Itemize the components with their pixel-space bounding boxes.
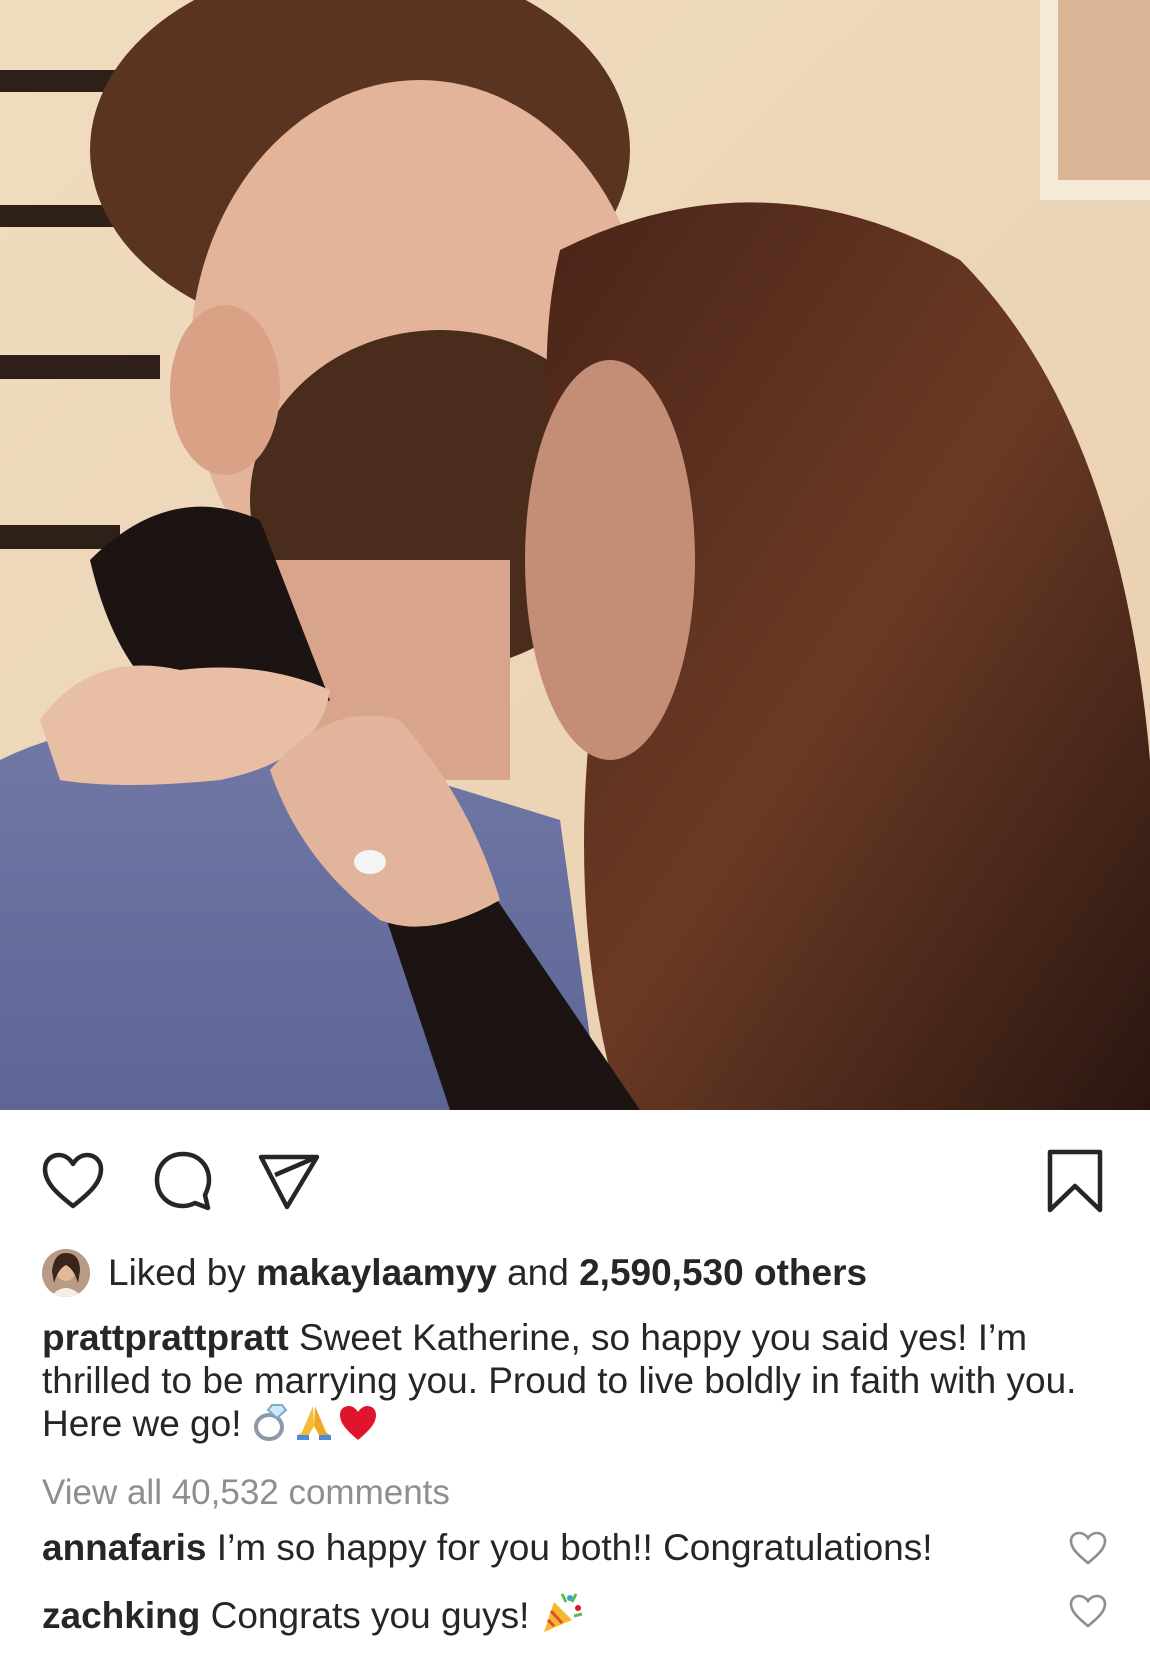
action-bar — [0, 1110, 1150, 1238]
comment-text: I’m so happy for you both!! Congratulati… — [216, 1527, 933, 1568]
caption-username-link[interactable]: prattprattpratt — [42, 1317, 289, 1358]
comment-like-heart-icon[interactable] — [1068, 1530, 1108, 1570]
speech-bubble-icon[interactable] — [148, 1146, 218, 1216]
comment-item: annafaris I’m so happy for you both!! Co… — [42, 1527, 933, 1569]
heart-icon[interactable] — [38, 1146, 108, 1216]
comment-like-heart-icon[interactable] — [1068, 1593, 1108, 1633]
party-popper-emoji-icon — [540, 1590, 584, 1643]
likes-prefix: Liked by — [108, 1252, 246, 1293]
likes-conjunction: and — [507, 1252, 569, 1293]
comment-item: zachking Congrats you guys! — [42, 1590, 588, 1643]
view-all-comments-link[interactable]: View all 40,532 comments — [42, 1473, 450, 1513]
comment-username-link[interactable]: zachking — [42, 1595, 200, 1636]
comment-username-link[interactable]: annafaris — [42, 1527, 207, 1568]
post-photo[interactable] — [0, 0, 1150, 1110]
liked-by-user-link[interactable]: makaylaamyy — [256, 1252, 497, 1294]
folded-hands-emoji-icon — [294, 1402, 334, 1451]
avatar[interactable] — [42, 1249, 90, 1297]
likes-row: Liked by makaylaamyy and 2,590,530 other… — [42, 1248, 867, 1298]
ring-emoji-icon — [252, 1402, 290, 1451]
likes-count-link[interactable]: 2,590,530 others — [579, 1252, 867, 1294]
paper-plane-icon[interactable] — [254, 1146, 324, 1216]
red-heart-emoji-icon — [338, 1404, 378, 1451]
post-caption: prattprattpratt Sweet Katherine, so happ… — [42, 1316, 1112, 1451]
comment-text: Congrats you guys! — [210, 1595, 530, 1636]
bookmark-icon[interactable] — [1040, 1146, 1110, 1216]
